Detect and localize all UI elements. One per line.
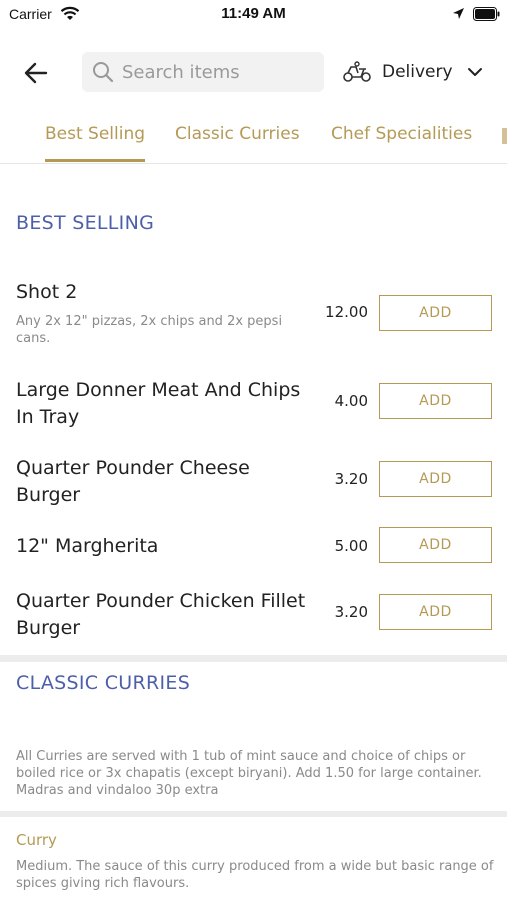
add-button[interactable]: ADD [379, 461, 492, 497]
battery-icon [473, 7, 500, 21]
header: Delivery [0, 45, 507, 100]
clock: 11:49 AM [221, 5, 286, 22]
subsection-title-curry: Curry [16, 831, 57, 849]
item-name: Large Donner Meat And Chips In Tray [16, 379, 301, 428]
item-price: 3.20 [334, 470, 368, 488]
section-divider [0, 811, 507, 817]
tab-chef-specialities[interactable]: Chef Specialities [331, 124, 472, 144]
item-price: 3.20 [334, 603, 368, 621]
tab-best-selling[interactable]: Best Selling [45, 124, 146, 162]
item-price: 4.00 [334, 392, 368, 410]
item-price: 12.00 [325, 303, 368, 321]
add-button[interactable]: ADD [379, 295, 492, 331]
status-bar: Carrier 11:49 AM [0, 0, 507, 28]
delivery-selector[interactable]: Delivery [342, 55, 487, 89]
item-name: Quarter Pounder Chicken Fillet Burger [16, 590, 306, 639]
search-bar[interactable] [82, 52, 324, 92]
back-arrow-icon[interactable] [22, 59, 50, 87]
tab-classic-curries[interactable]: Classic Curries [175, 124, 300, 144]
item-description: Any 2x 12" pizzas, 2x chips and 2x pepsi… [16, 314, 283, 346]
tab-overflow-indicator [502, 128, 507, 144]
section-divider [0, 655, 507, 662]
section-title-classic-curries: CLASSIC CURRIES [16, 672, 191, 694]
item-price: 5.00 [334, 537, 368, 555]
add-button[interactable]: ADD [379, 383, 492, 419]
delivery-label: Delivery [382, 62, 453, 82]
search-input[interactable] [122, 52, 317, 92]
item-name: Shot 2 [16, 281, 78, 303]
item-name: Quarter Pounder Cheese Burger [16, 457, 250, 506]
section-note: All Curries are served with 1 tub of min… [16, 749, 482, 798]
add-button[interactable]: ADD [379, 594, 492, 630]
item-name: 12" Margherita [16, 535, 159, 557]
subsection-description: Medium. The sauce of this curry produced… [16, 859, 494, 891]
section-title-best-selling: BEST SELLING [16, 212, 155, 234]
scooter-icon [343, 61, 371, 82]
add-button[interactable]: ADD [379, 527, 492, 563]
search-icon [93, 62, 114, 83]
chevron-down-icon [467, 68, 482, 76]
category-tabs: Best Selling Classic Curries Chef Specia… [0, 110, 507, 164]
location-arrow-icon [453, 8, 464, 19]
